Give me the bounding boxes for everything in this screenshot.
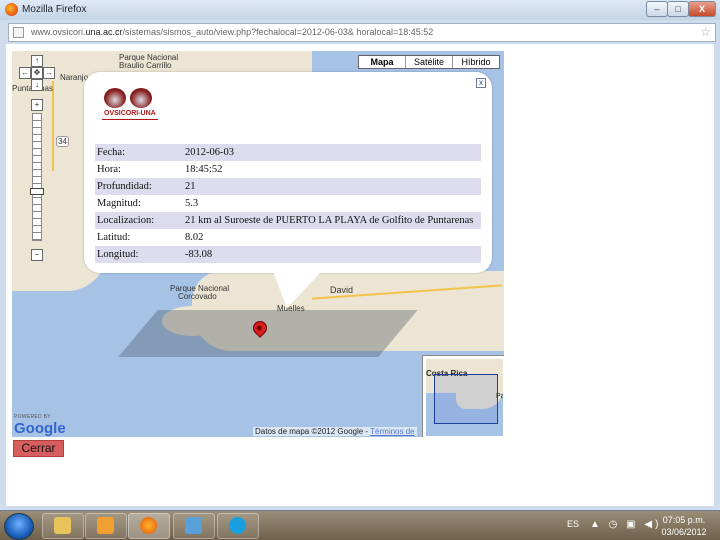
cerrar-button[interactable]: Cerrar	[13, 440, 64, 457]
row-value: 8.02	[185, 232, 204, 243]
bookmark-star-icon[interactable]: ☆	[700, 25, 711, 39]
pan-left-icon[interactable]: ←	[19, 67, 31, 79]
logo-text: OVSICORI-UNA	[104, 110, 156, 117]
infowindow-shadow	[118, 310, 418, 357]
clock-time[interactable]: 07:05 p.m.	[658, 515, 710, 525]
clock-date[interactable]: 03/06/2012	[658, 527, 710, 537]
windows-start-button[interactable]	[4, 513, 34, 540]
row-key: Magnitud:	[97, 198, 141, 209]
zoom-slider-thumb[interactable]	[30, 188, 44, 195]
address-url[interactable]: www.ovsicori.una.ac.cr/sistemas/sismos_a…	[31, 27, 433, 37]
system-tray-icons[interactable]: ▲ ◷ ▣ ◀)	[590, 519, 661, 530]
route-shield: 34	[56, 136, 69, 147]
info-window: x OVSICORI-UNA Fecha: 2012-06-03 Hora: 18:4…	[84, 72, 492, 273]
map-type-mapa-button[interactable]: Mapa	[359, 56, 406, 68]
map-copyright: Datos de mapa ©2012 Google - Términos de	[253, 427, 417, 436]
map-type-control: Mapa Satélite Híbrido	[358, 55, 500, 69]
pan-right-icon[interactable]: →	[43, 67, 55, 79]
firefox-icon	[5, 3, 18, 16]
map-label: Naranjo	[60, 73, 89, 82]
taskbar-network-button[interactable]	[173, 513, 215, 539]
row-key: Hora:	[97, 164, 121, 175]
pan-center-icon[interactable]: ✥	[31, 67, 43, 79]
taskbar-firefox-button[interactable]	[128, 513, 170, 539]
row-key: Profundidad:	[97, 181, 152, 192]
folder-icon	[54, 517, 71, 534]
browser-window: Mozilla Firefox – □ X www.ovsicori.una.a…	[0, 0, 720, 511]
row-value: 2012-06-03	[185, 147, 234, 158]
map-road	[52, 81, 54, 171]
info-window-tail	[273, 272, 321, 308]
taskbar-media-button[interactable]	[85, 513, 127, 539]
overview-viewport-box[interactable]	[434, 374, 498, 424]
row-value: 21	[185, 181, 196, 192]
row-key: Latitud:	[97, 232, 131, 243]
row-key: Longitud:	[97, 249, 139, 260]
map-label: Braulio Carrillo	[119, 61, 172, 70]
taskbar-skype-button[interactable]	[217, 513, 259, 539]
row-value: 18:45:52	[185, 164, 223, 175]
skype-icon	[229, 517, 246, 534]
table-row: Latitud: 8.02	[95, 229, 481, 246]
maximize-button[interactable]: □	[667, 1, 689, 17]
table-row: Magnitud: 5.3	[95, 195, 481, 212]
google-logo: POWERED BY Google	[14, 414, 66, 437]
row-key: Localizacion:	[97, 215, 155, 226]
map-label: Corcovado	[178, 292, 217, 301]
row-value: -83.08	[185, 249, 213, 260]
language-indicator[interactable]: ES	[567, 519, 579, 529]
zoom-out-icon[interactable]: −	[31, 249, 43, 261]
address-bar[interactable]: www.ovsicori.una.ac.cr/sistemas/sismos_a…	[8, 23, 716, 42]
table-row: Localizacion: 21 km al Suroeste de PUERTO…	[95, 212, 481, 229]
ovsicori-logo: OVSICORI-UNA	[100, 84, 160, 128]
volcano-dome-icon	[104, 88, 126, 108]
taskbar: ES ▲ ◷ ▣ ◀) 07:05 p.m. 03/06/2012	[0, 511, 720, 540]
overview-map[interactable]: Costa Rica Pa	[422, 355, 504, 437]
map-type-hibrido-button[interactable]: Híbrido	[453, 56, 499, 68]
table-row: Longitud: -83.08	[95, 246, 481, 263]
table-row: Fecha: 2012-06-03	[95, 144, 481, 161]
table-row: Profundidad: 21	[95, 178, 481, 195]
map-type-satelite-button[interactable]: Satélite	[406, 56, 453, 68]
window-title: Mozilla Firefox	[22, 4, 87, 15]
page-icon	[13, 27, 24, 38]
close-window-button[interactable]: X	[688, 1, 716, 17]
close-icon[interactable]: x	[476, 78, 486, 88]
map-label: David	[330, 285, 354, 295]
row-value: 5.3	[185, 198, 199, 209]
row-key: Fecha:	[97, 147, 125, 158]
table-row: Hora: 18:45:52	[95, 161, 481, 178]
terms-link[interactable]: Términos de	[370, 427, 414, 436]
title-bar: Mozilla Firefox – □ X	[0, 0, 720, 20]
zoom-slider[interactable]	[30, 113, 44, 241]
network-people-icon	[185, 517, 202, 534]
pan-down-icon[interactable]: ↓	[31, 79, 43, 91]
row-value: 21 km al Suroeste de PUERTO LA PLAYA de …	[185, 215, 474, 226]
seismograph-dome-icon	[130, 88, 152, 108]
taskbar-explorer-button[interactable]	[42, 513, 84, 539]
earthquake-data-table: Fecha: 2012-06-03 Hora: 18:45:52 Profundidad…	[95, 144, 481, 263]
media-player-icon	[97, 517, 114, 534]
pan-up-icon[interactable]: ↑	[31, 55, 43, 67]
minimize-button[interactable]: –	[646, 1, 668, 17]
zoom-in-icon[interactable]: +	[31, 99, 43, 111]
firefox-icon	[140, 517, 157, 534]
